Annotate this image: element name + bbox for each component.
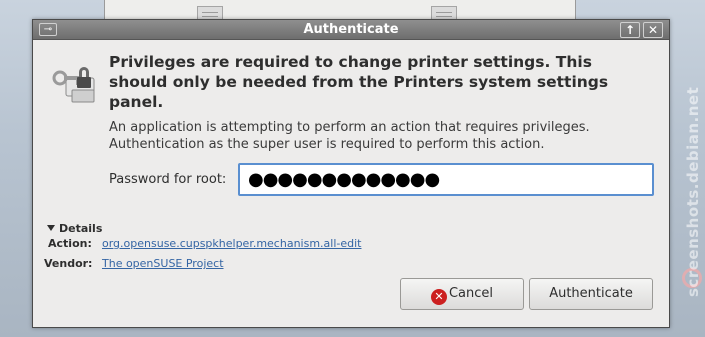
- password-field[interactable]: ●●●●●●●●●●●●●: [238, 163, 654, 196]
- close-button[interactable]: ✕: [643, 22, 663, 38]
- vendor-link[interactable]: The openSUSE Project: [102, 257, 224, 270]
- action-label: Action:: [48, 237, 92, 250]
- cancel-label: Cancel: [448, 286, 494, 301]
- authenticate-button[interactable]: Authenticate: [529, 278, 653, 310]
- cancel-button[interactable]: ✕ Cancel: [400, 278, 524, 310]
- expander-triangle-icon: [47, 225, 55, 231]
- authenticate-label: Authenticate: [549, 286, 633, 301]
- window-title: Authenticate: [303, 22, 399, 37]
- watermark: screenshots.debian.net: [684, 86, 702, 297]
- action-link[interactable]: org.opensuse.cupspkhelper.mechanism.all-…: [102, 237, 361, 250]
- titlebar: ⊸ Authenticate ↑ ✕: [33, 20, 669, 40]
- dialog-description: An application is attempting to perform …: [109, 120, 590, 152]
- dialog-heading: Privileges are required to change printe…: [109, 53, 609, 111]
- cancel-icon: ✕: [430, 289, 447, 305]
- keys-lock-icon: [52, 67, 95, 103]
- details-label: Details: [59, 222, 103, 235]
- password-label: Password for root:: [109, 172, 227, 187]
- password-value: ●●●●●●●●●●●●●: [248, 169, 440, 190]
- details-expander[interactable]: Details: [47, 222, 102, 235]
- vendor-label: Vendor:: [44, 257, 93, 270]
- authenticate-dialog: ⊸ Authenticate ↑ ✕ Privileges are requir…: [32, 19, 670, 328]
- raise-window-button[interactable]: ↑: [620, 22, 640, 38]
